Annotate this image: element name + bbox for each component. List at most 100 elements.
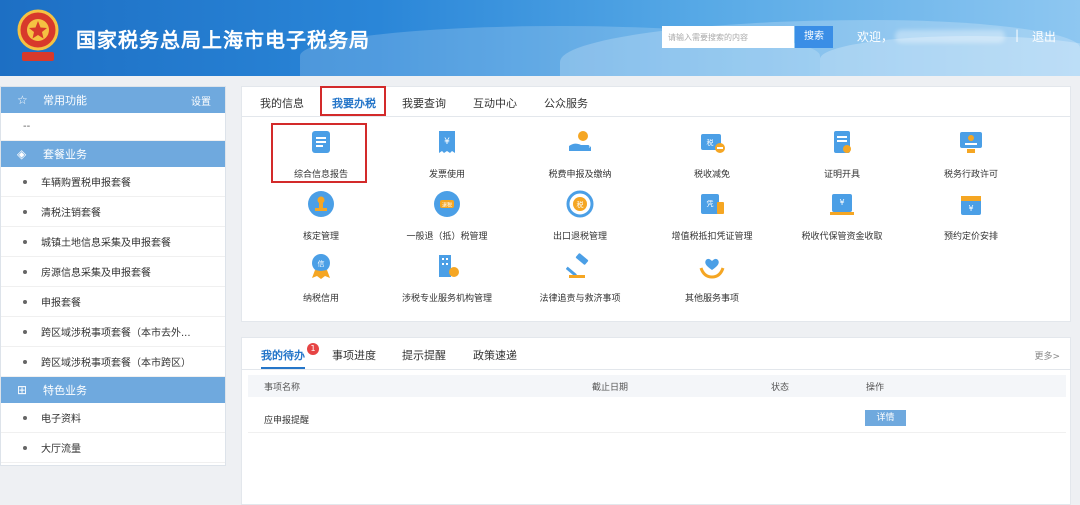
sidebar-item[interactable]: 跨区域涉税事项套餐（本市跨区） bbox=[1, 347, 225, 377]
tab-interaction[interactable]: 互动中心 bbox=[473, 95, 517, 111]
sidebar-section-package[interactable]: ◈ 套餐业务 bbox=[1, 141, 225, 167]
sidebar-item[interactable]: 车辆购置税申报套餐 bbox=[1, 167, 225, 197]
sidebar-section-label: 特色业务 bbox=[43, 384, 87, 397]
service-label: 法律追责与救济事项 bbox=[539, 294, 621, 304]
tab-public-service[interactable]: 公众服务 bbox=[544, 95, 588, 111]
service-other[interactable]: 其他服务事项 bbox=[642, 252, 782, 304]
sidebar-item[interactable]: 清税注销套餐 bbox=[1, 197, 225, 227]
sidebar-item-label: 车辆购置税申报套餐 bbox=[41, 178, 131, 189]
service-label: 发票使用 bbox=[428, 170, 465, 180]
sidebar-section-special[interactable]: ⊞ 特色业务 bbox=[1, 377, 225, 403]
logout-link[interactable]: 退出 bbox=[1032, 28, 1056, 45]
tab-query[interactable]: 我要查询 bbox=[402, 95, 446, 111]
column-header: 状态 bbox=[771, 383, 790, 393]
column-header: 操作 bbox=[866, 383, 885, 393]
certificate-icon bbox=[834, 131, 851, 153]
service-vat-voucher[interactable]: 凭 增值税抵扣凭证管理 bbox=[642, 190, 782, 242]
service-export-refund[interactable]: 税 出口退税管理 bbox=[510, 190, 650, 242]
site-header: 国家税务总局上海市电子税务局 搜索 欢迎， | 退出 bbox=[0, 0, 1080, 76]
building-icon bbox=[439, 255, 459, 277]
table-row: 应申报提醒 详情 bbox=[248, 403, 1066, 433]
tab-my-info[interactable]: 我的信息 bbox=[260, 95, 304, 111]
service-legal-remedy[interactable]: 法律追责与救济事项 bbox=[510, 252, 650, 304]
service-general-refund[interactable]: 退税 一般退（抵）税管理 bbox=[377, 190, 517, 242]
sidebar-item[interactable]: 城镇土地信息采集及申报套餐 bbox=[1, 227, 225, 257]
todo-item-name: 应申报提醒 bbox=[264, 416, 310, 426]
todo-count-badge: 1 bbox=[307, 343, 319, 355]
tab-policy-express[interactable]: 政策速递 bbox=[473, 347, 517, 363]
license-icon bbox=[960, 132, 982, 153]
tab-reminders[interactable]: 提示提醒 bbox=[402, 347, 446, 363]
payment-hand-icon bbox=[569, 131, 591, 151]
search-button[interactable]: 搜索 bbox=[795, 26, 833, 48]
service-pricing-arrangement[interactable]: ¥ 预约定价安排 bbox=[901, 190, 1041, 242]
sidebar-item-label: 申报套餐 bbox=[41, 298, 81, 309]
svg-text:税: 税 bbox=[707, 138, 714, 147]
service-label: 税费申报及缴纳 bbox=[548, 170, 612, 180]
service-custody-fund[interactable]: ¥ 税收代保管资金收取 bbox=[772, 190, 912, 242]
welcome-text: 欢迎， bbox=[857, 30, 894, 44]
bullet-icon bbox=[23, 269, 27, 274]
calendar-price-icon: ¥ bbox=[961, 196, 981, 215]
bullet-icon bbox=[23, 445, 27, 450]
svg-text:¥: ¥ bbox=[968, 204, 973, 213]
sidebar-item-label: 跨区域涉税事项套餐（本市去外... bbox=[41, 328, 191, 339]
detail-button[interactable]: 详情 bbox=[865, 410, 906, 426]
service-label: 预约定价安排 bbox=[943, 232, 998, 242]
bullet-icon bbox=[23, 359, 27, 364]
sidebar-item[interactable]: 申报套餐 bbox=[1, 287, 225, 317]
service-panel: 我的信息 我要办税 我要查询 互动中心 公众服务 综合信息报告 ¥ 发票使用 税… bbox=[241, 86, 1071, 322]
service-label: 税务行政许可 bbox=[943, 170, 998, 180]
tab-progress[interactable]: 事项进度 bbox=[332, 347, 376, 363]
bottom-tabs: 我的待办 1 事项进度 提示提醒 政策速递 更多> bbox=[242, 338, 1070, 370]
sidebar-item-label: 电子资料 bbox=[41, 414, 81, 425]
service-label: 证明开具 bbox=[823, 170, 860, 180]
grid-icon: ⊞ bbox=[17, 383, 28, 397]
service-label: 一般退（抵）税管理 bbox=[406, 232, 488, 242]
bullet-icon bbox=[23, 299, 27, 304]
stamp-icon bbox=[308, 191, 334, 217]
bullet-icon bbox=[23, 239, 27, 244]
service-tax-declaration[interactable]: 税费申报及缴纳 bbox=[510, 128, 650, 180]
service-tax-reduction[interactable]: 税 税收减免 bbox=[642, 128, 782, 180]
service-label: 其他服务事项 bbox=[684, 294, 739, 304]
export-refund-icon: 税 bbox=[566, 190, 594, 218]
svg-text:¥: ¥ bbox=[839, 198, 844, 207]
sidebar-item[interactable]: 跨区域涉税事项套餐（本市去外... bbox=[1, 317, 225, 347]
tax-emblem-icon bbox=[17, 9, 59, 61]
sidebar-section-common[interactable]: ☆ 常用功能 设置 bbox=[1, 87, 225, 113]
gavel-icon bbox=[565, 253, 589, 278]
service-invoice-use[interactable]: ¥ 发票使用 bbox=[377, 128, 517, 180]
service-tax-credit[interactable]: 信 纳税信用 bbox=[251, 252, 391, 304]
service-admin-license[interactable]: 税务行政许可 bbox=[901, 128, 1041, 180]
highlight-box-service bbox=[271, 123, 367, 183]
sidebar-item[interactable]: 大厅流量 bbox=[1, 433, 225, 463]
service-assessment-management[interactable]: 核定管理 bbox=[251, 190, 391, 242]
sidebar-item-label: 跨区域涉税事项套餐（本市跨区） bbox=[41, 358, 191, 369]
service-label: 税收代保管资金收取 bbox=[801, 232, 883, 242]
svg-text:信: 信 bbox=[318, 259, 325, 268]
service-label: 出口退税管理 bbox=[552, 232, 607, 242]
bullet-icon bbox=[23, 179, 27, 184]
invoice-icon: ¥ bbox=[439, 131, 455, 153]
site-title: 国家税务总局上海市电子税务局 bbox=[76, 28, 370, 52]
svg-text:税: 税 bbox=[577, 200, 584, 209]
service-label: 税收减免 bbox=[693, 170, 730, 180]
tab-my-todo[interactable]: 我的待办 bbox=[261, 347, 305, 369]
service-agency-management[interactable]: 涉税专业服务机构管理 bbox=[377, 252, 517, 304]
todo-panel: 我的待办 1 事项进度 提示提醒 政策速递 更多> 事项名称 截止日期 状态 操… bbox=[241, 337, 1071, 505]
search-input[interactable] bbox=[662, 26, 794, 48]
more-link[interactable]: 更多> bbox=[1034, 349, 1060, 362]
tax-reduction-icon: 税 bbox=[701, 134, 725, 153]
sidebar-item[interactable]: 房源信息采集及申报套餐 bbox=[1, 257, 225, 287]
service-label: 核定管理 bbox=[302, 232, 339, 242]
bullet-icon bbox=[23, 329, 27, 334]
settings-link[interactable]: 设置 bbox=[191, 93, 211, 108]
service-certificate[interactable]: 证明开具 bbox=[772, 128, 912, 180]
bullet-icon bbox=[23, 209, 27, 214]
sidebar-item-label: 城镇土地信息采集及申报套餐 bbox=[41, 238, 171, 249]
svg-text:退税: 退税 bbox=[442, 202, 452, 209]
column-header: 事项名称 bbox=[264, 383, 301, 393]
sidebar-item[interactable]: 电子资料 bbox=[1, 403, 225, 433]
username-blurred bbox=[895, 30, 1005, 43]
